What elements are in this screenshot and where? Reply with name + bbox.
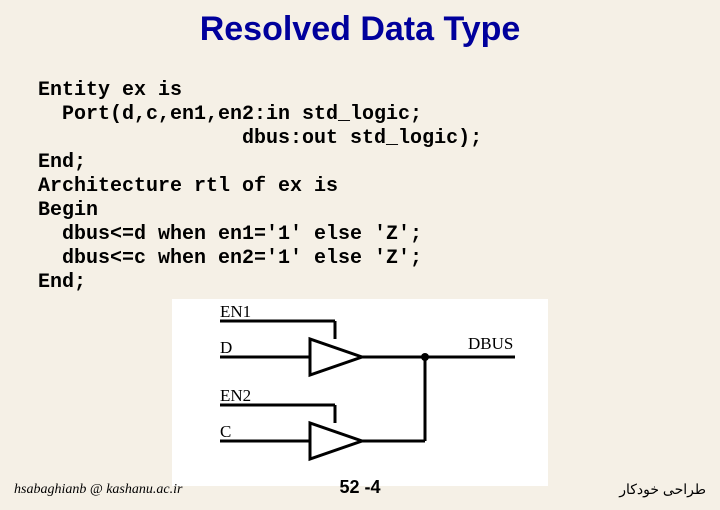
code-line: Entity ex is xyxy=(38,79,182,102)
code-line: Architecture rtl of ex is xyxy=(38,175,338,198)
label-en2: EN2 xyxy=(220,386,251,405)
code-line: Port(d,c,en1,en2:in std_logic; xyxy=(38,103,422,126)
code-line: dbus<=d when en1='1' else 'Z'; xyxy=(38,223,422,246)
label-dbus: DBUS xyxy=(468,334,513,353)
footer-email: hsabaghianb @ kashanu.ac.ir xyxy=(14,482,182,498)
slide-title: Resolved Data Type xyxy=(0,0,720,55)
code-line: End; xyxy=(38,151,86,174)
slide-number: 52 -4 xyxy=(339,477,380,498)
code-line: dbus:out std_logic); xyxy=(38,127,482,150)
label-d: D xyxy=(220,338,232,357)
vhdl-code-block: Entity ex is Port(d,c,en1,en2:in std_log… xyxy=(0,55,720,295)
footer-persian: طراحی خودکار xyxy=(619,481,706,498)
code-line: End; xyxy=(38,271,86,294)
circuit-diagram: EN1 D EN2 C DBUS xyxy=(172,299,548,486)
circuit-diagram-wrap: EN1 D EN2 C DBUS xyxy=(0,299,720,486)
label-en1: EN1 xyxy=(220,305,251,321)
tristate-buffer-diagram: EN1 D EN2 C DBUS xyxy=(180,305,540,475)
code-line: Begin xyxy=(38,199,98,222)
code-line: dbus<=c when en2='1' else 'Z'; xyxy=(38,247,422,270)
label-c: C xyxy=(220,422,231,441)
